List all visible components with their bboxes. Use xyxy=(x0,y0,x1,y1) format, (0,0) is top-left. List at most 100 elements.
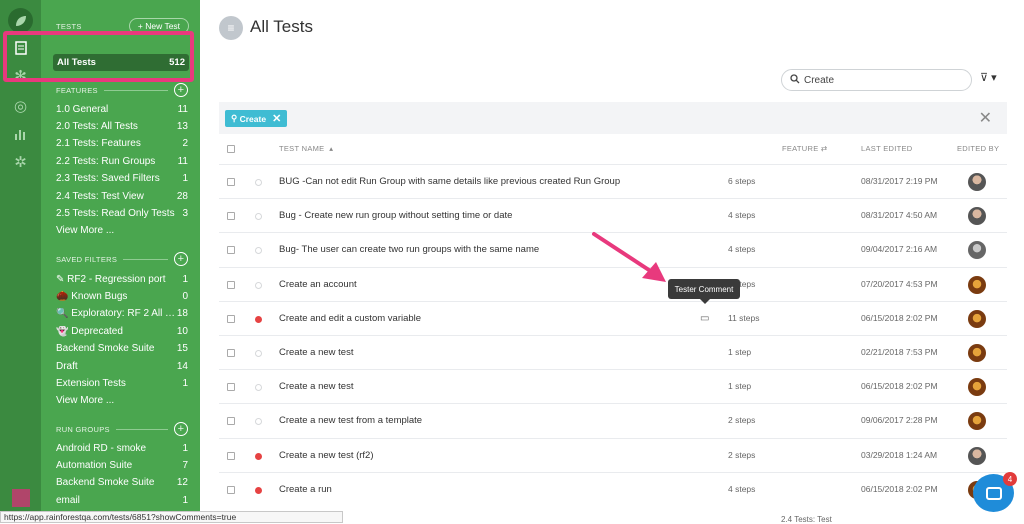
row-checkbox[interactable] xyxy=(227,212,235,221)
row-checkbox[interactable] xyxy=(227,178,235,186)
test-name[interactable]: Create a new test xyxy=(279,381,353,392)
page-title: All Tests xyxy=(250,17,313,36)
feature-item[interactable]: 2.0 Tests: All Tests 13 xyxy=(56,118,188,134)
test-name[interactable]: Create a new test xyxy=(279,347,353,358)
column-edited-by[interactable]: EDITED BY xyxy=(957,144,999,153)
tester-comment-icon[interactable]: ▭ xyxy=(700,313,709,324)
run-group-item[interactable]: Backend Smoke Suite 12 xyxy=(56,475,188,491)
table-row[interactable]: Create a run 4 steps 06/15/2018 2:02 PM xyxy=(219,471,1007,506)
saved-filter-item-label: 🌰 Known Bugs xyxy=(56,290,128,302)
saved-filter-item[interactable]: 👻 Deprecated 10 xyxy=(56,323,188,339)
feature-item-count: 28 xyxy=(176,190,188,202)
status-dot xyxy=(255,486,262,494)
run-group-item[interactable]: Automation Suite 7 xyxy=(56,457,188,473)
saved-filter-item-label: Extension Tests xyxy=(56,377,126,389)
row-checkbox[interactable] xyxy=(227,417,235,426)
feature-item-label: 2.2 Tests: Run Groups xyxy=(56,155,156,167)
test-name[interactable]: Bug- The user can create two run groups … xyxy=(279,244,539,255)
feature-item[interactable]: 2.2 Tests: Run Groups 11 xyxy=(56,153,188,169)
feature-item[interactable]: 2.1 Tests: Features 2 xyxy=(56,136,188,152)
table-row[interactable]: Create and edit a custom variable 11 step… xyxy=(219,300,1007,335)
table-row[interactable]: Create a new test (rf2) 2 steps 03/29/2018… xyxy=(219,437,1007,472)
test-name[interactable]: Create a new test (rf2) xyxy=(279,450,374,461)
select-all-checkbox[interactable] xyxy=(227,145,235,153)
column-test-name[interactable]: TEST NAME ▴ xyxy=(279,144,333,153)
saved-filter-item[interactable]: View More ... xyxy=(56,393,188,409)
compass-nav-icon[interactable]: ◎ xyxy=(0,92,41,120)
user-avatar[interactable] xyxy=(12,489,30,507)
settings-gear-icon[interactable]: ✲ xyxy=(0,148,41,176)
rainforest-logo-icon[interactable] xyxy=(8,8,33,33)
run-group-item[interactable]: Android RD - smoke 1 xyxy=(56,440,188,456)
table-row[interactable]: BUG -Can not edit Run Group with same de… xyxy=(219,164,1007,198)
run-group-item-label: email xyxy=(56,494,80,506)
filter-dropdown-icon[interactable]: ⊽ ▾ xyxy=(980,71,997,84)
row-checkbox[interactable] xyxy=(227,314,235,323)
table-row[interactable]: Create a new test from a template 2 steps… xyxy=(219,403,1007,437)
test-name[interactable]: Create an account xyxy=(279,279,357,290)
last-edited: 08/31/2017 2:19 PM xyxy=(861,176,938,186)
saved-filters-section-header: SAVED FILTERS + xyxy=(56,251,188,267)
row-checkbox[interactable] xyxy=(227,485,235,494)
test-name[interactable]: BUG -Can not edit Run Group with same de… xyxy=(279,176,620,187)
search-input[interactable]: Create xyxy=(781,69,972,91)
column-last-edited[interactable]: LAST EDITED xyxy=(861,144,913,153)
saved-filter-item[interactable]: 🔍 Exploratory: RF 2 All T... 18 xyxy=(56,306,188,322)
add-feature-icon[interactable]: + xyxy=(174,83,188,97)
run-group-item-count: 1 xyxy=(182,494,188,506)
feature-item-count: 11 xyxy=(177,103,188,115)
steps-count: 4 steps xyxy=(728,244,756,255)
feature-item-count: 2 xyxy=(182,138,188,150)
status-dot xyxy=(255,315,262,323)
chip-remove-icon[interactable]: ✕ xyxy=(272,112,281,125)
search-value: Create xyxy=(804,74,835,86)
table-row[interactable]: Bug - Create new run group without setti… xyxy=(219,198,1007,232)
saved-filter-item[interactable]: Draft 14 xyxy=(56,358,188,374)
feature-item[interactable]: View More ... xyxy=(56,223,188,239)
feature-item[interactable]: 2.4 Tests: Test View 28 xyxy=(56,188,188,204)
test-name[interactable]: Create a run xyxy=(279,484,332,495)
run-group-item[interactable]: email 1 xyxy=(56,492,188,508)
add-run-group-icon[interactable]: + xyxy=(174,422,188,436)
status-dot xyxy=(255,179,262,186)
saved-filter-item-label: 👻 Deprecated xyxy=(56,325,123,337)
row-checkbox[interactable] xyxy=(227,383,235,392)
chat-badge: 4 xyxy=(1003,472,1017,486)
steps-count: 4 steps xyxy=(728,210,756,221)
test-name[interactable]: Create and edit a custom variable xyxy=(279,313,421,324)
saved-filter-item-label: Draft xyxy=(56,360,78,372)
saved-filter-item[interactable]: Backend Smoke Suite 15 xyxy=(56,341,188,357)
active-filters-bar: ⚲ Create ✕ ✕ xyxy=(219,102,1007,134)
editor-avatar xyxy=(968,173,986,191)
run-groups-section-header: RUN GROUPS + xyxy=(56,421,188,437)
test-name[interactable]: Bug - Create new run group without setti… xyxy=(279,210,512,221)
row-checkbox[interactable] xyxy=(227,280,235,289)
table-row[interactable]: Create a new test 1 step 06/15/2018 2:02 P… xyxy=(219,369,1007,403)
feature-item[interactable]: 1.0 General 11 xyxy=(56,101,188,117)
saved-filter-item-label: View More ... xyxy=(56,395,115,407)
filter-chip[interactable]: ⚲ Create ✕ xyxy=(225,110,288,127)
feature-item[interactable]: 2.3 Tests: Saved Filters 1 xyxy=(56,171,188,187)
saved-filter-item[interactable]: ✎ RF2 - Regression port 1 xyxy=(56,271,188,287)
row-checkbox[interactable] xyxy=(227,349,235,357)
add-saved-filter-icon[interactable]: + xyxy=(174,252,188,266)
saved-filter-item-count: 10 xyxy=(176,325,188,337)
run-group-item-label: Backend Smoke Suite xyxy=(56,477,155,489)
tester-comment-tooltip: Tester Comment xyxy=(668,279,740,304)
feature-item[interactable]: 2.5 Tests: Read Only Tests 3 xyxy=(56,205,188,221)
chart-nav-icon[interactable] xyxy=(0,120,41,148)
saved-filter-item[interactable]: Extension Tests 1 xyxy=(56,375,188,391)
steps-count: 1 step xyxy=(728,381,752,392)
chip-label: Create xyxy=(239,113,267,124)
saved-filter-item[interactable]: 🌰 Known Bugs 0 xyxy=(56,288,188,304)
steps-count: 1 step xyxy=(728,347,752,357)
test-name[interactable]: Create a new test from a template xyxy=(279,415,422,426)
feature-item-count: 3 xyxy=(182,207,188,219)
feature-item-label: View More ... xyxy=(56,225,115,237)
table-row[interactable]: Create a new test 1 step 02/21/2018 7:53 P… xyxy=(219,335,1007,369)
editor-avatar xyxy=(968,275,986,294)
column-feature[interactable]: FEATURE ⇄ xyxy=(782,144,828,153)
row-checkbox[interactable] xyxy=(227,451,235,460)
row-checkbox[interactable] xyxy=(227,246,235,255)
clear-filters-icon[interactable]: ✕ xyxy=(979,108,992,128)
